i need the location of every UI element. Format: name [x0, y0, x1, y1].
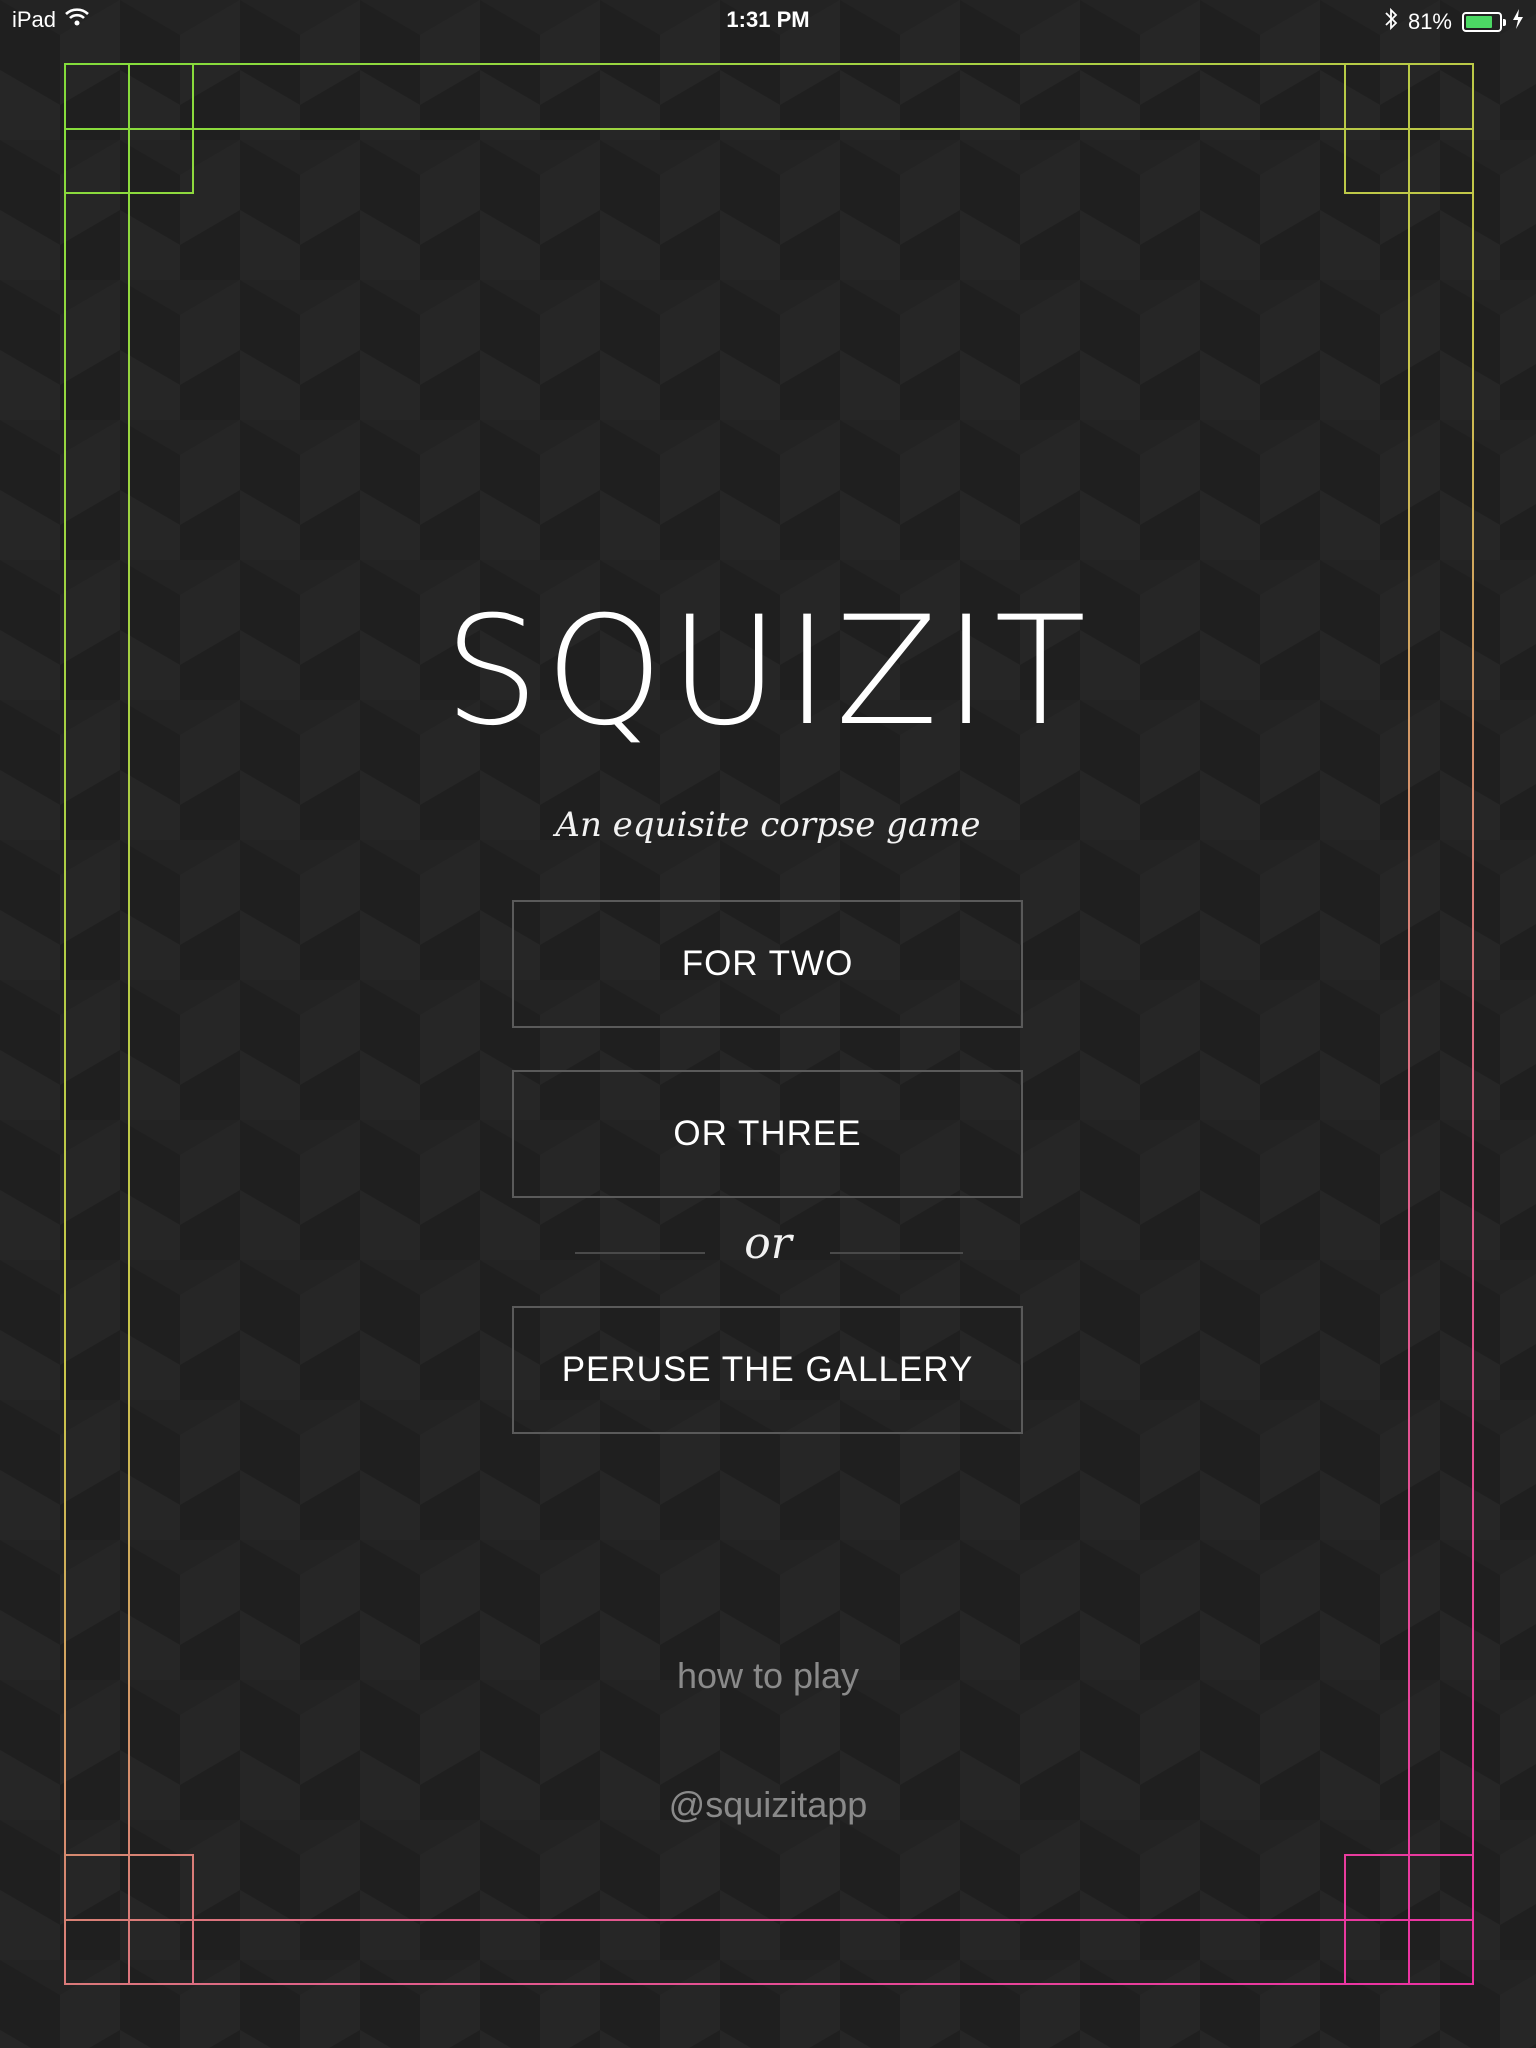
battery-percent: 81% — [1407, 9, 1452, 34]
status-time: 1:31 PM — [726, 7, 810, 32]
status-bar: iPad 1:31 PM 81% — [0, 0, 1536, 42]
bluetooth-icon — [1384, 7, 1398, 37]
twitter-handle-link[interactable]: @squizitapp — [0, 1784, 1536, 1826]
charging-icon — [1512, 8, 1524, 36]
or-three-button[interactable]: OR THREE — [512, 1070, 1023, 1198]
or-divider: or — [0, 1218, 1536, 1278]
divider-line-right — [830, 1252, 963, 1254]
battery-level — [1466, 16, 1492, 28]
for-two-button[interactable]: FOR TWO — [512, 900, 1023, 1028]
peruse-gallery-button[interactable]: PERUSE THE GALLERY — [512, 1306, 1023, 1434]
or-label: or — [744, 1218, 792, 1269]
status-right: 81% — [1384, 7, 1524, 37]
battery-icon — [1462, 12, 1506, 32]
app-subtitle: An equisite corpse game — [555, 805, 981, 845]
how-to-play-link[interactable]: how to play — [0, 1655, 1536, 1697]
app-title: SQUIZIT — [444, 585, 1092, 759]
